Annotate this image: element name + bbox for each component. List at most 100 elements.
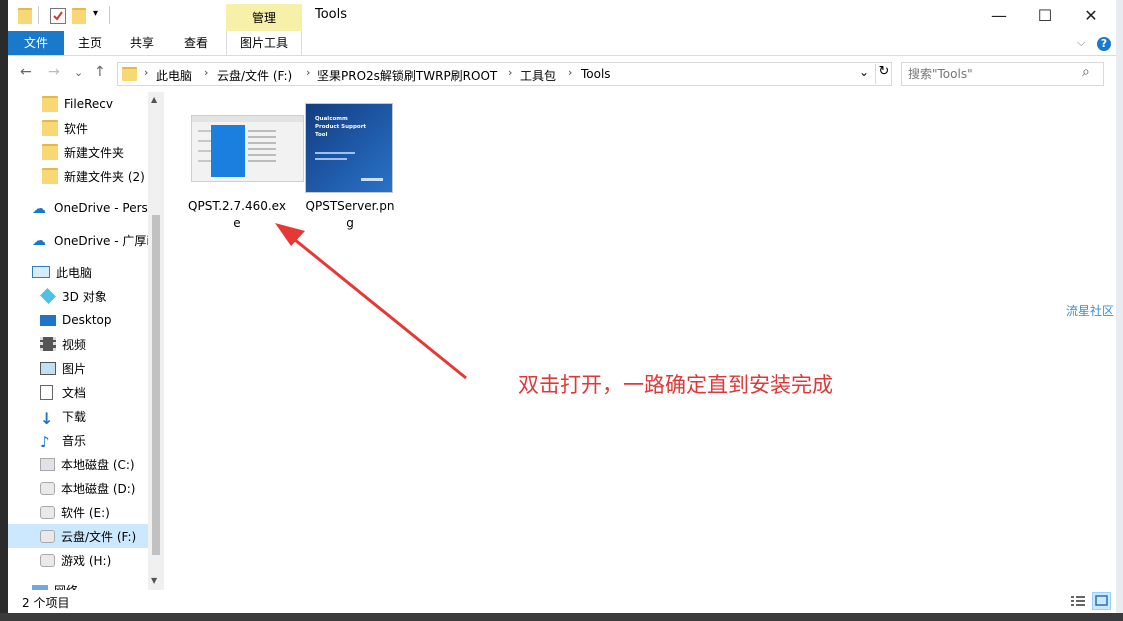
scrollbar-thumb[interactable]: [152, 215, 160, 555]
recent-locations-button[interactable]: ⌄: [74, 66, 83, 79]
qat-divider-2: [109, 6, 110, 24]
refresh-icon[interactable]: ↻: [875, 64, 892, 84]
nav-item-label: 下载: [62, 409, 87, 424]
details-view-icon[interactable]: [1070, 594, 1086, 608]
search-icon: ⌕: [1082, 64, 1090, 80]
breadcrumb-tools[interactable]: Tools: [581, 67, 611, 81]
nav-item-downloads[interactable]: ↓ 下载: [8, 404, 162, 428]
nav-item-software[interactable]: 软件: [8, 116, 162, 140]
scroll-down-icon[interactable]: ▼: [151, 576, 157, 585]
nav-item-label: 新建文件夹: [64, 145, 125, 160]
cube-icon: [40, 288, 56, 304]
nav-item-network[interactable]: 网络: [8, 578, 162, 590]
status-item-count: 2 个项目: [22, 596, 70, 610]
tab-picture-tools[interactable]: 图片工具: [226, 31, 302, 55]
nav-item-label: 游戏 (H:): [61, 553, 112, 568]
download-icon: ↓: [40, 409, 54, 428]
nav-item-label: OneDrive - Perso: [54, 201, 156, 215]
nav-item-music[interactable]: ♪ 音乐: [8, 428, 162, 452]
file-item-qpst-exe[interactable]: QPST.2.7.460.ex e: [182, 100, 304, 234]
up-button[interactable]: ↑: [94, 64, 106, 80]
nav-item-new-folder-2[interactable]: 新建文件夹 (2): [8, 164, 162, 188]
nav-item-label: 新建文件夹 (2): [64, 169, 145, 184]
annotation-text: 双击打开，一路确定直到安装完成: [518, 373, 833, 397]
background-right-edge: [1116, 0, 1123, 621]
nav-item-label: 云盘/文件 (F:): [61, 529, 137, 544]
nav-item-drive-f[interactable]: 云盘/文件 (F:): [8, 524, 162, 548]
breadcrumb-separator: ›: [568, 66, 573, 79]
music-icon: ♪: [40, 433, 50, 451]
nav-item-label: 视频: [62, 337, 87, 352]
nav-item-drive-h[interactable]: 游戏 (H:): [8, 548, 162, 572]
tab-share[interactable]: 共享: [116, 31, 168, 55]
nav-item-this-pc[interactable]: 此电脑: [8, 260, 162, 284]
title-bar: [8, 0, 1116, 31]
drive-icon: [40, 481, 55, 495]
tab-view[interactable]: 查看: [168, 31, 224, 55]
help-icon[interactable]: ?: [1097, 37, 1111, 51]
nav-item-drive-e[interactable]: 软件 (E:): [8, 500, 162, 524]
nav-item-drive-c[interactable]: 本地磁盘 (C:): [8, 452, 162, 476]
search-box[interactable]: ⌕: [901, 62, 1104, 86]
nav-item-drive-d[interactable]: 本地磁盘 (D:): [8, 476, 162, 500]
onedrive-icon: ☁: [32, 233, 46, 249]
document-icon: [40, 384, 53, 400]
drive-icon: [40, 505, 55, 519]
window-title: Tools: [315, 7, 348, 22]
nav-item-filerecv[interactable]: FileRecv: [8, 92, 162, 116]
nav-item-label: 3D 对象: [62, 289, 107, 304]
search-input[interactable]: [906, 65, 1078, 83]
folder-icon: [42, 96, 58, 112]
folder-icon: [42, 144, 58, 160]
nav-item-new-folder[interactable]: 新建文件夹: [8, 140, 162, 164]
png-thumbnail-icon: Qualcomm Product Support Tool: [305, 103, 393, 193]
folder-icon[interactable]: [18, 8, 32, 24]
tab-file[interactable]: 文件: [8, 31, 64, 55]
close-button[interactable]: ✕: [1068, 0, 1114, 31]
context-tab-manage[interactable]: 管理: [226, 4, 302, 32]
nav-item-label: 音乐: [62, 433, 87, 448]
breadcrumb-project-folder[interactable]: 坚果PRO2s解锁刷TWRP刷ROOT: [317, 67, 497, 84]
qat-dropdown-icon[interactable]: ▾: [93, 8, 98, 19]
nav-item-label: 图片: [62, 361, 87, 376]
nav-item-onedrive-org[interactable]: ☁ OneDrive - 广厚i: [8, 228, 162, 252]
breadcrumb-drive-f[interactable]: 云盘/文件 (F:): [217, 67, 292, 84]
nav-item-onedrive-personal[interactable]: ☁ OneDrive - Perso: [8, 196, 162, 220]
properties-icon[interactable]: [50, 8, 66, 24]
nav-item-documents[interactable]: 文档: [8, 380, 162, 404]
nav-item-label: 网络: [54, 582, 78, 591]
nav-item-pictures[interactable]: 图片: [8, 356, 162, 380]
nav-item-label: 软件: [64, 121, 89, 136]
nav-item-label: OneDrive - 广厚i: [54, 233, 150, 248]
breadcrumb-toolkit[interactable]: 工具包: [520, 67, 556, 84]
address-bar[interactable]: › 此电脑 › 云盘/文件 (F:) › 坚果PRO2s解锁刷TWRP刷ROOT…: [117, 62, 892, 86]
back-button[interactable]: ←: [20, 64, 32, 80]
minimize-button[interactable]: —: [976, 0, 1022, 31]
tab-home[interactable]: 主页: [64, 31, 116, 55]
maximize-button[interactable]: ☐: [1022, 0, 1068, 31]
breadcrumb-this-pc[interactable]: 此电脑: [156, 67, 192, 84]
breadcrumb-separator: ›: [204, 66, 209, 79]
breadcrumb-separator: ›: [508, 66, 513, 79]
explorer-window: ▾ 管理 Tools — ☐ ✕ 文件 主页 共享 查看 图片工具 ⌵ ? ← …: [8, 0, 1116, 613]
annotation-arrow: [275, 223, 467, 380]
navigation-pane: FileRecv 软件 新建文件夹 新建文件夹 (2) ☁ OneDrive - …: [8, 92, 162, 590]
pc-icon: [32, 266, 50, 278]
nav-item-label: 软件 (E:): [61, 505, 110, 520]
nav-item-videos[interactable]: 视频: [8, 332, 162, 356]
folder-icon: [42, 120, 58, 136]
collapse-ribbon-icon[interactable]: ⌵: [1077, 36, 1085, 50]
desktop-icon: [40, 314, 56, 326]
address-dropdown-icon[interactable]: ⌄: [859, 65, 869, 79]
large-icons-view-icon[interactable]: [1092, 592, 1111, 610]
nav-item-desktop[interactable]: Desktop: [8, 308, 162, 332]
address-folder-icon: [122, 67, 137, 81]
nav-item-3d-objects[interactable]: 3D 对象: [8, 284, 162, 308]
new-folder-icon[interactable]: [72, 8, 86, 24]
nav-item-label: 此电脑: [56, 265, 93, 280]
file-item-qpstserver-png[interactable]: Qualcomm Product Support Tool QPSTServer…: [300, 100, 400, 234]
scroll-up-icon[interactable]: ▲: [151, 95, 157, 104]
network-icon: [32, 585, 48, 590]
forward-button[interactable]: →: [48, 64, 60, 80]
background-left-edge: [0, 0, 8, 621]
